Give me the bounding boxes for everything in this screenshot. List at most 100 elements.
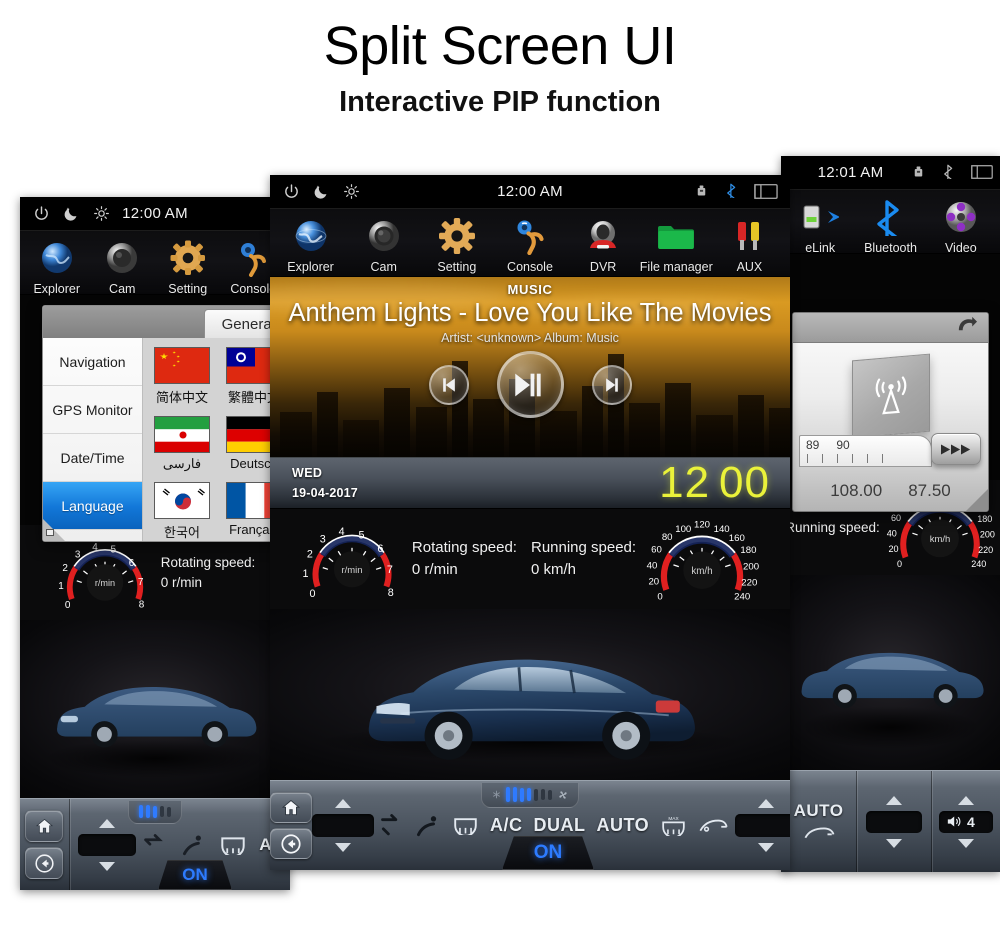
app-label: Video	[944, 241, 977, 255]
settings-dialog: General Navigation GPS Monitor Date/Time…	[42, 305, 290, 542]
rear-defrost-max-icon[interactable]: MAX	[660, 815, 687, 836]
svg-text:40: 40	[647, 560, 658, 571]
airflow-face-icon[interactable]	[416, 813, 441, 838]
play-pause-button[interactable]	[496, 351, 564, 418]
globe-icon	[292, 217, 330, 255]
app-setting[interactable]: Setting	[420, 217, 493, 274]
svg-text:5: 5	[358, 529, 364, 541]
settings-nav: Navigation GPS Monitor Date/Time Languag…	[43, 338, 143, 541]
app-file-manager[interactable]: File manager	[640, 217, 713, 274]
head-unit-left: 12:00 AM Explorer Cam Setting Console r/…	[20, 197, 290, 890]
svg-text:4: 4	[92, 542, 98, 553]
vent-bar	[534, 788, 538, 801]
home-button[interactable]	[25, 810, 64, 842]
media-player-hero[interactable]: MUSIC Anthem Lights - Love You Like The …	[270, 277, 790, 457]
driver-temp-stepper[interactable]	[312, 781, 374, 870]
rear-window-defog-icon[interactable]	[802, 825, 836, 842]
frequency-scale[interactable]: 89 90	[799, 435, 932, 467]
media-track-meta: Artist: <unknown> Album: Music	[441, 331, 619, 345]
sidebar-item-date-time[interactable]: Date/Time	[43, 434, 142, 483]
volume-up-icon[interactable]	[958, 795, 974, 805]
temp-down-icon[interactable]	[886, 838, 902, 848]
app-cam[interactable]: Cam	[347, 217, 420, 274]
home-button[interactable]	[270, 792, 312, 823]
app-cam[interactable]: Cam	[90, 239, 156, 296]
temp-down-icon[interactable]	[758, 843, 775, 852]
vent-indicator	[481, 783, 579, 808]
temp-down-icon[interactable]	[98, 861, 115, 871]
rear-window-defog-icon[interactable]	[698, 817, 729, 835]
vent-bar	[541, 789, 545, 800]
auto-button[interactable]: AUTO	[794, 801, 844, 821]
svg-text:8: 8	[138, 599, 144, 610]
next-track-button[interactable]	[591, 364, 632, 405]
sidebar-item-navigation[interactable]: Navigation	[43, 338, 142, 387]
recirculate-icon[interactable]	[380, 813, 405, 838]
hvac-on-indicator[interactable]: ON	[502, 836, 594, 870]
speedometer-block: Running speed: 0 km/h km/h 0 20 40 60 80…	[531, 513, 760, 606]
frequency-readouts: 108.00 87.50	[793, 481, 988, 501]
temp-down-icon[interactable]	[335, 843, 351, 852]
passenger-temp-stepper[interactable]	[857, 771, 931, 872]
next-track-icon	[605, 377, 618, 392]
svg-text:3: 3	[75, 550, 81, 561]
temp-up-icon[interactable]	[98, 818, 115, 828]
app-elink[interactable]: eLink	[785, 198, 855, 255]
svg-text:8: 8	[388, 587, 394, 599]
auto-button[interactable]: AUTO	[597, 815, 650, 836]
airflow-face-icon[interactable]	[181, 832, 207, 858]
seek-forward-button[interactable]	[931, 433, 981, 465]
recirculate-icon[interactable]	[143, 832, 169, 858]
volume-stepper-right[interactable]: 4	[932, 771, 1000, 872]
front-defrost-icon[interactable]	[219, 835, 247, 855]
radio-antenna-icon	[851, 353, 930, 439]
app-aux[interactable]: AUX	[713, 217, 786, 274]
svg-text:3: 3	[320, 534, 326, 546]
play-pause-icon	[515, 373, 541, 396]
car-image	[40, 663, 270, 755]
passenger-temp-stepper[interactable]	[735, 781, 790, 870]
status-bar-center: 12:00 AM	[270, 175, 790, 209]
sidebar-item-gps-monitor[interactable]: GPS Monitor	[43, 386, 142, 435]
svg-text:240: 240	[734, 591, 750, 602]
language-option-korean[interactable]: 한국어	[152, 482, 212, 541]
svg-text:2: 2	[62, 563, 68, 574]
ac-button[interactable]: A/C	[490, 815, 523, 836]
hvac-on-indicator[interactable]: ON	[158, 860, 232, 890]
back-button[interactable]	[270, 828, 312, 859]
temp-up-icon[interactable]	[335, 799, 351, 808]
svg-text:6: 6	[128, 558, 134, 569]
app-dvr[interactable]: DVR	[567, 217, 640, 274]
dual-button[interactable]: DUAL	[534, 815, 586, 836]
globe-icon	[38, 239, 76, 277]
svg-text:0: 0	[309, 588, 315, 600]
language-label: فارسی	[162, 456, 202, 472]
status-bar-left: 12:00 AM	[20, 197, 290, 231]
language-option-persian[interactable]: فارسی	[152, 416, 212, 472]
app-console[interactable]: Console	[493, 217, 566, 274]
gear-icon	[438, 217, 476, 255]
radio-resize-grip[interactable]	[966, 489, 988, 511]
svg-text:km/h: km/h	[691, 565, 712, 576]
back-arrow-icon[interactable]	[954, 315, 979, 341]
scale-tick	[807, 454, 808, 463]
app-setting[interactable]: Setting	[155, 239, 221, 296]
previous-track-button[interactable]	[428, 364, 469, 405]
language-grid: 简体中文 繁體中文 فارسی Deutsch 한국어 Français	[143, 338, 290, 541]
steering-wheel-icon	[511, 217, 549, 255]
front-defrost-icon[interactable]	[452, 816, 479, 835]
app-video[interactable]: Video	[926, 198, 996, 255]
volume-down-icon[interactable]	[958, 838, 974, 848]
temp-up-icon[interactable]	[886, 795, 902, 805]
clock-hours: 12	[659, 458, 711, 507]
hvac-bar-left: A/C ON	[20, 798, 290, 890]
app-explorer[interactable]: Explorer	[274, 217, 347, 274]
app-explorer[interactable]: Explorer	[24, 239, 90, 296]
temp-up-icon[interactable]	[758, 799, 775, 808]
language-option-chinese-simplified[interactable]: 简体中文	[152, 347, 212, 406]
back-button[interactable]	[25, 847, 64, 879]
frequency-high: 108.00	[830, 481, 883, 500]
app-bluetooth[interactable]: Bluetooth	[855, 198, 925, 255]
svg-text:km/h: km/h	[930, 533, 951, 544]
media-text-block: MUSIC Anthem Lights - Love You Like The …	[270, 277, 790, 345]
